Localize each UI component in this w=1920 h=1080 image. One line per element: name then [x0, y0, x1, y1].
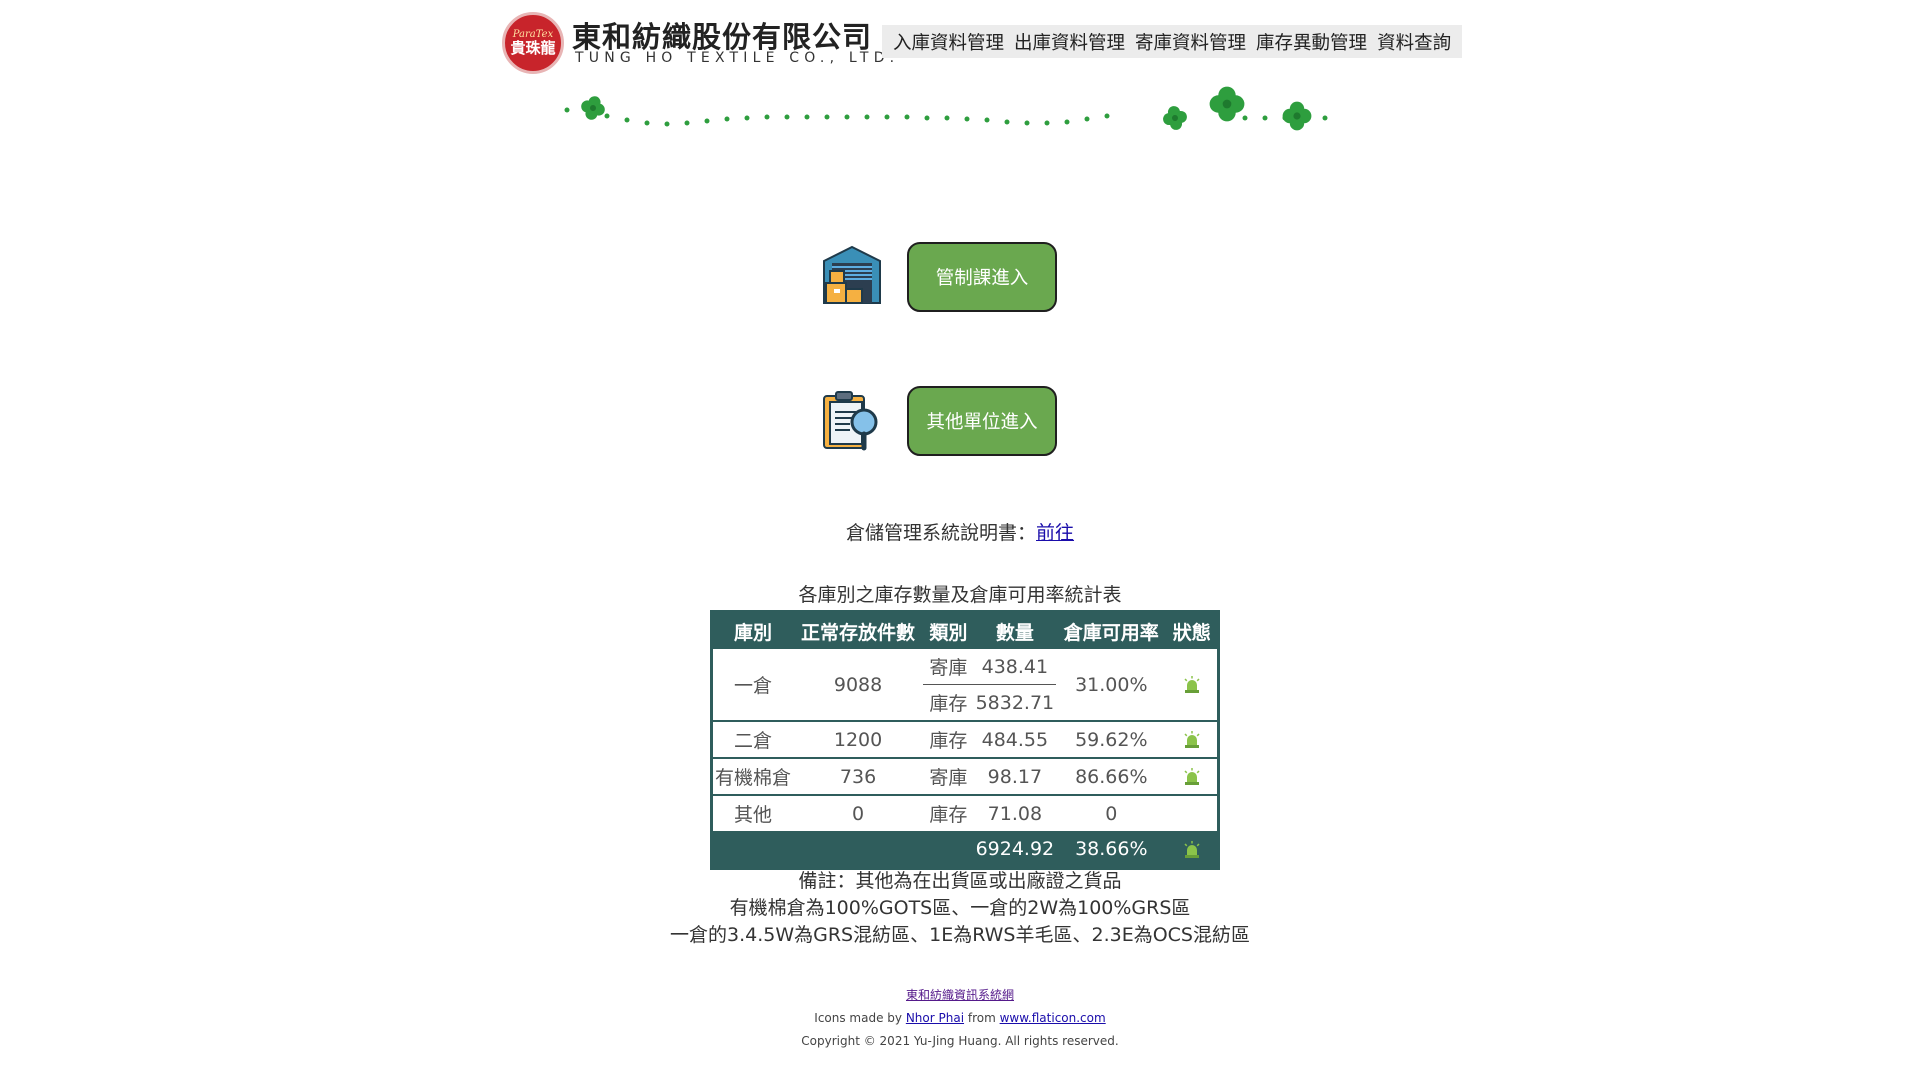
cell-count: 1200: [792, 720, 924, 758]
company-name-en: TUNG HO TEXTILE CO., LTD.: [575, 50, 900, 66]
warehouse-icon: [823, 245, 881, 304]
cell-availability: 0: [1056, 794, 1167, 831]
nav-inventory-change[interactable]: 庫存異動管理: [1251, 29, 1372, 55]
cell-type: 寄庫: [923, 649, 974, 685]
icons-credit: Icons made by Nhor Phai from www.flatico…: [814, 1011, 1106, 1025]
cell-quantity: 5832.71: [975, 691, 1055, 714]
cell-availability: 86.66%: [1056, 757, 1167, 795]
footer: 東和紡織資訊系統網 Icons made by Nhor Phai from w…: [0, 984, 1920, 1053]
cell-count: 9088: [833, 673, 883, 696]
company-logo: ParaTex 貴珠龍: [502, 12, 564, 74]
header-warehouse: 庫別: [711, 611, 793, 649]
table-title: 各庫別之庫存數量及倉庫可用率統計表: [798, 584, 1122, 606]
alarm-icon: [1184, 676, 1200, 693]
header-quantity: 數量: [973, 611, 1057, 649]
logo-text: 貴珠龍: [510, 38, 556, 57]
alarm-icon: [1184, 840, 1200, 858]
cell-availability: 59.62%: [1056, 720, 1167, 758]
cell-warehouse: 一倉: [733, 675, 772, 697]
document-search-icon: [823, 391, 878, 451]
table-header-row: 庫別 正常存放件數 類別 數量 倉庫可用率 狀態: [711, 611, 1219, 649]
alarm-icon: [1184, 768, 1200, 785]
flaticon-link[interactable]: www.flaticon.com: [1000, 1011, 1106, 1025]
note-line: 一倉的3.4.5W為GRS混紡區、1E為RWS羊毛區、2.3E為OCS混紡區: [670, 924, 1250, 946]
cell-status: [1166, 794, 1219, 831]
clover-divider: [564, 86, 1328, 132]
copyright: Copyright © 2021 Yu-Jing Huang. All righ…: [801, 1034, 1119, 1048]
header-status: 狀態: [1166, 611, 1219, 649]
table-row: 一倉 9088 寄庫 438.41 31.00%: [712, 649, 1219, 697]
cell-quantity: 484.55: [973, 720, 1057, 758]
cell-count: 736: [792, 757, 924, 795]
cell-type: 庫存: [923, 794, 974, 831]
nav-query[interactable]: 資料查詢: [1372, 29, 1456, 55]
author-link[interactable]: Nhor Phai: [906, 1011, 964, 1025]
manual-link[interactable]: 前往: [1036, 522, 1074, 544]
total-quantity: 6924.92: [973, 831, 1057, 869]
cell-warehouse: 其他: [711, 794, 793, 831]
control-section-enter-button[interactable]: 管制課進入: [907, 242, 1057, 312]
cell-type: 寄庫: [923, 757, 974, 795]
note-line: 有機棉倉為100%GOTS區、一倉的2W為100%GRS區: [729, 897, 1191, 919]
total-status: [1166, 831, 1219, 869]
cell-status: [1166, 720, 1219, 758]
manual-line: 倉儲管理系統說明書：前往: [0, 518, 1920, 545]
nav-consignment[interactable]: 寄庫資料管理: [1130, 29, 1251, 55]
cell-warehouse: 有機棉倉: [711, 757, 793, 795]
header-count: 正常存放件數: [792, 611, 924, 649]
inventory-stats-table: 庫別 正常存放件數 類別 數量 倉庫可用率 狀態 一倉 9088 寄庫 438.…: [710, 610, 1220, 870]
table-row: 其他 0 庫存 71.08 0: [711, 794, 1219, 831]
manual-label: 倉儲管理系統說明書：: [845, 522, 1036, 544]
cell-quantity: 438.41: [973, 649, 1057, 685]
cell-warehouse: 二倉: [711, 720, 793, 758]
cell-count: 0: [792, 794, 924, 831]
cell-type: 庫存: [929, 693, 968, 715]
table-total-row: 6924.92 38.66%: [711, 831, 1219, 869]
total-availability: 38.66%: [1056, 831, 1167, 869]
cell-status: [1166, 649, 1218, 721]
top-nav: 入庫資料管理 出庫資料管理 寄庫資料管理 庫存異動管理 資料查詢: [882, 25, 1463, 58]
other-units-enter-button[interactable]: 其他單位進入: [907, 386, 1057, 456]
cell-availability: 31.00%: [1075, 673, 1148, 696]
nav-outbound[interactable]: 出庫資料管理: [1009, 29, 1130, 55]
cell-quantity: 98.17: [973, 757, 1057, 795]
table-row: 有機棉倉 736 寄庫 98.17 86.66%: [711, 757, 1219, 795]
system-link[interactable]: 東和紡織資訊系統網: [906, 988, 1014, 1002]
notes: 備註：其他為在出貨區或出廠證之貨品 有機棉倉為100%GOTS區、一倉的2W為1…: [0, 868, 1920, 949]
nav-inbound[interactable]: 入庫資料管理: [888, 29, 1009, 55]
cell-quantity: 71.08: [973, 794, 1057, 831]
alarm-icon: [1184, 731, 1200, 748]
cell-type: 庫存: [923, 720, 974, 758]
table-row: 二倉 1200 庫存 484.55 59.62%: [711, 720, 1219, 758]
cell-status: [1166, 757, 1219, 795]
header-type: 類別: [923, 611, 974, 649]
note-line: 備註：其他為在出貨區或出廠證之貨品: [798, 870, 1122, 892]
header-availability: 倉庫可用率: [1056, 611, 1167, 649]
